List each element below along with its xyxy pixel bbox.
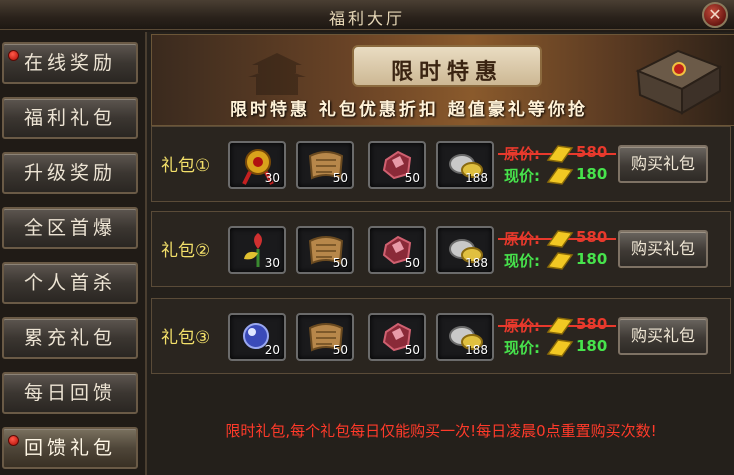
- item-slot[interactable]: 30: [228, 226, 286, 274]
- item-slot[interactable]: 20: [228, 313, 286, 361]
- sidebar-item-daily-feedback[interactable]: 每日回馈: [2, 372, 138, 414]
- item-quantity: 50: [332, 171, 348, 185]
- sidebar-item-label: 升级奖励: [23, 162, 116, 184]
- item-quantity: 50: [332, 256, 348, 270]
- title-bar: 福利大厅 ✕: [0, 0, 734, 30]
- gold-ticket-icon: [546, 230, 574, 248]
- item-slot[interactable]: 188: [436, 226, 494, 274]
- current-price: 现价: 180: [504, 337, 607, 359]
- sidebar-item-level-reward[interactable]: 升级奖励: [2, 152, 138, 194]
- item-quantity: 50: [404, 343, 420, 357]
- original-price: 原价: 580: [498, 143, 616, 165]
- sidebar: 在线奖励 福利礼包 升级奖励 全区首爆 个人首杀 累充礼包 每日回馈 回馈礼包: [0, 36, 143, 475]
- gold-ticket-icon: [546, 317, 574, 335]
- buy-pack-button[interactable]: 购买礼包: [618, 230, 708, 268]
- pagoda-icon: [248, 53, 306, 95]
- sidebar-item-label: 在线奖励: [23, 52, 116, 74]
- welfare-hall-window: 福利大厅 ✕ 在线奖励 福利礼包 升级奖励 全区首爆 个人首杀 累充礼包 每日回…: [0, 0, 734, 475]
- gold-ticket-icon: [546, 167, 574, 185]
- close-icon[interactable]: ✕: [702, 2, 728, 28]
- sidebar-item-label: 个人首杀: [23, 272, 116, 294]
- item-slot[interactable]: 50: [296, 313, 354, 361]
- buy-pack-button[interactable]: 购买礼包: [618, 145, 708, 183]
- item-slot[interactable]: 50: [296, 226, 354, 274]
- purchase-notice: 限时礼包,每个礼包每日仅能购买一次!每日凌晨0点重置购买次数!: [225, 422, 657, 440]
- gift-pack-3: 礼包③ 20 50 50 188 原价: 580 现价: 180 购买礼包: [151, 298, 731, 374]
- original-price: 原价: 580: [498, 228, 616, 250]
- item-quantity: 188: [465, 256, 488, 270]
- sidebar-item-label: 累充礼包: [23, 327, 116, 349]
- pack-label: 礼包③: [161, 328, 211, 348]
- window-title: 福利大厅: [328, 9, 405, 28]
- pack-label: 礼包②: [161, 241, 211, 261]
- buy-pack-button[interactable]: 购买礼包: [618, 317, 708, 355]
- sidebar-item-server-first-drop[interactable]: 全区首爆: [2, 207, 138, 249]
- item-slot[interactable]: 50: [368, 226, 426, 274]
- sidebar-item-label: 全区首爆: [23, 217, 116, 239]
- item-quantity: 188: [465, 343, 488, 357]
- item-quantity: 30: [264, 256, 280, 270]
- item-quantity: 50: [404, 256, 420, 270]
- current-price-label: 现价:: [504, 252, 540, 270]
- sidebar-item-personal-first-kill[interactable]: 个人首杀: [2, 262, 138, 304]
- notification-dot-icon: [8, 50, 19, 61]
- banner-title: 限时特惠: [390, 59, 503, 85]
- main-panel: 限时特惠 限时特惠 礼包优惠折扣 超值豪礼等你抢 礼包① 30 50 50 18…: [145, 32, 734, 475]
- sidebar-item-online-reward[interactable]: 在线奖励: [2, 42, 138, 84]
- item-slot[interactable]: 50: [368, 313, 426, 361]
- item-slot[interactable]: 50: [296, 141, 354, 189]
- current-price-label: 现价:: [504, 167, 540, 185]
- item-slot[interactable]: 30: [228, 141, 286, 189]
- sidebar-item-label: 回馈礼包: [23, 437, 116, 459]
- sidebar-item-feedback-pack[interactable]: 回馈礼包: [2, 427, 138, 469]
- notification-dot-icon: [8, 435, 19, 446]
- current-price-value: 180: [576, 337, 608, 355]
- banner-title-plate: 限时特惠: [352, 45, 542, 87]
- current-price-label: 现价:: [504, 339, 540, 357]
- item-slot[interactable]: 188: [436, 141, 494, 189]
- current-price: 现价: 180: [504, 250, 607, 272]
- item-quantity: 50: [404, 171, 420, 185]
- current-price-value: 180: [576, 250, 608, 268]
- original-price-value: 580: [576, 315, 608, 333]
- gold-ticket-icon: [546, 252, 574, 270]
- item-quantity: 50: [332, 343, 348, 357]
- promo-banner: 限时特惠 限时特惠 礼包优惠折扣 超值豪礼等你抢: [151, 34, 734, 126]
- gold-ticket-icon: [546, 339, 574, 357]
- current-price-value: 180: [576, 165, 608, 183]
- pack-label: 礼包①: [161, 156, 211, 176]
- item-slot[interactable]: 188: [436, 313, 494, 361]
- banner-subtitle: 限时特惠 礼包优惠折扣 超值豪礼等你抢: [230, 100, 588, 120]
- sidebar-item-cumulative-recharge[interactable]: 累充礼包: [2, 317, 138, 359]
- item-quantity: 188: [465, 171, 488, 185]
- gold-ticket-icon: [546, 145, 574, 163]
- sidebar-item-label: 福利礼包: [23, 107, 116, 129]
- gift-pack-1: 礼包① 30 50 50 188 原价: 580 现价: 180 购买礼包: [151, 126, 731, 202]
- original-price: 原价: 580: [498, 315, 616, 337]
- item-slot[interactable]: 50: [368, 141, 426, 189]
- sidebar-item-label: 每日回馈: [23, 382, 116, 404]
- current-price: 现价: 180: [504, 165, 607, 187]
- original-price-value: 580: [576, 228, 608, 246]
- gift-pack-2: 礼包② 30 50 50 188 原价: 580 现价: 180 购买礼包: [151, 211, 731, 287]
- original-price-value: 580: [576, 143, 608, 161]
- item-quantity: 20: [264, 343, 280, 357]
- item-quantity: 30: [264, 171, 280, 185]
- sidebar-item-welfare-pack[interactable]: 福利礼包: [2, 97, 138, 139]
- treasure-chest-icon: [635, 49, 723, 115]
